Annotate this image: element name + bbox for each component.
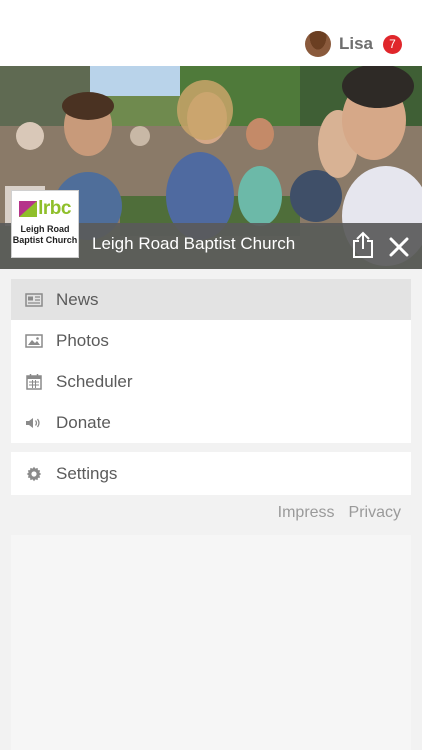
newspaper-icon <box>25 291 43 309</box>
menu-item-scheduler[interactable]: Scheduler <box>11 361 411 402</box>
gear-icon <box>25 465 43 483</box>
image-icon <box>25 332 43 350</box>
share-icon <box>353 231 373 258</box>
content-area <box>11 535 411 750</box>
close-button[interactable] <box>388 236 410 258</box>
close-icon <box>389 237 409 257</box>
settings-label: Settings <box>56 463 118 483</box>
user-profile[interactable]: Lisa 7 <box>304 30 402 58</box>
header-banner: lrbc Leigh Road Baptist Church Leigh Roa… <box>0 66 422 269</box>
impress-link[interactable]: Impress <box>278 504 335 522</box>
menu-item-settings[interactable]: Settings <box>11 452 411 495</box>
speaker-icon <box>25 414 43 432</box>
privacy-link[interactable]: Privacy <box>349 504 401 522</box>
menu-item-label: Donate <box>56 412 111 432</box>
user-name[interactable]: Lisa <box>339 34 373 54</box>
menu-item-label: Scheduler <box>56 371 133 391</box>
logo-name-line1: Leigh Road <box>20 224 70 234</box>
user-avatar[interactable] <box>304 31 331 57</box>
menu-item-label: News <box>56 289 99 309</box>
footer-links: Impress Privacy <box>278 504 401 522</box>
menu-item-news[interactable]: News <box>11 279 411 320</box>
organization-title: Leigh Road Baptist Church <box>92 234 296 253</box>
calendar-icon <box>25 373 43 391</box>
logo-mark-icon <box>19 201 38 217</box>
main-menu: News Photos Scheduler Donate <box>11 279 411 443</box>
menu-item-photos[interactable]: Photos <box>11 320 411 361</box>
notification-badge[interactable]: 7 <box>383 34 402 54</box>
menu-item-label: Photos <box>56 330 109 350</box>
share-button[interactable] <box>351 231 375 259</box>
logo-text: lrbc <box>38 198 71 219</box>
top-bar: Lisa 7 <box>0 0 422 66</box>
logo-name-line2: Baptist Church <box>12 235 78 245</box>
menu-item-donate[interactable]: Donate <box>11 402 411 443</box>
organization-logo: lrbc Leigh Road Baptist Church <box>11 190 79 258</box>
